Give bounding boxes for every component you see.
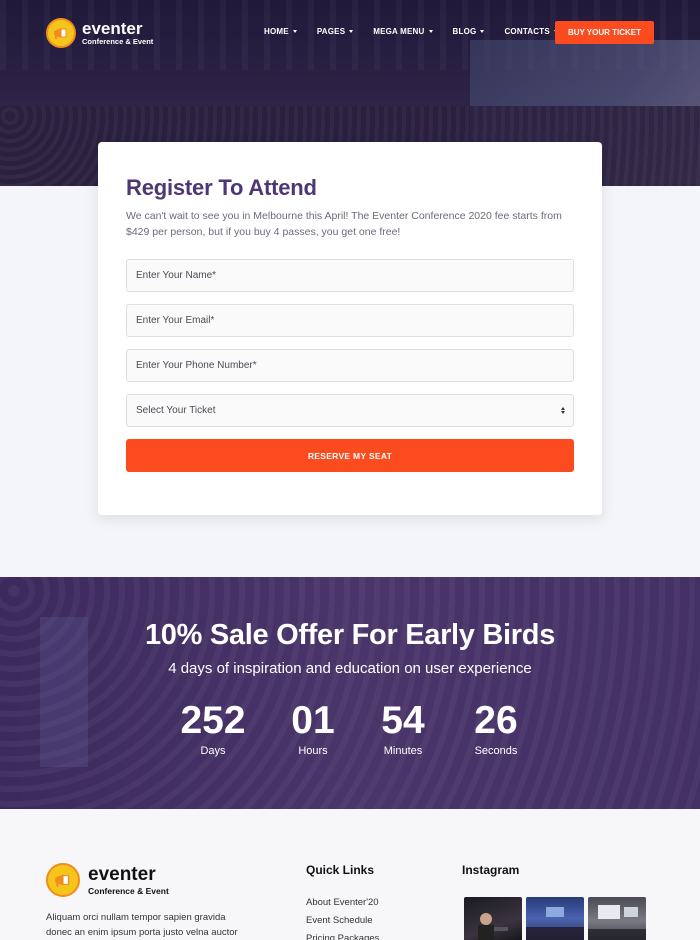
register-title: Register To Attend	[126, 175, 317, 200]
site-footer: eventer Conference & Event Aliquam orci …	[0, 809, 700, 940]
quick-link-pricing[interactable]: Pricing Packages	[306, 930, 379, 940]
instagram-title: Instagram	[462, 863, 520, 877]
promo-subtitle: 4 days of inspiration and education on u…	[168, 660, 532, 677]
nav-item-blog[interactable]: BLOG	[453, 27, 485, 36]
nav-item-contacts[interactable]: CONTACTS	[504, 27, 558, 36]
nav-item-label: CONTACTS	[504, 27, 550, 36]
megaphone-icon	[46, 863, 80, 897]
countdown-value: 01	[291, 699, 335, 742]
countdown-label: Hours	[298, 745, 328, 757]
quick-links-list: About Eventer'20 Event Schedule Pricing …	[306, 894, 379, 940]
countdown-hours: 01 Hours	[282, 699, 344, 757]
countdown-label: Minutes	[383, 745, 423, 757]
nav-item-label: MEGA MENU	[373, 27, 425, 36]
main-nav: HOME PAGES MEGA MENU BLOG CONTACTS	[264, 27, 578, 36]
chevron-down-icon	[292, 30, 297, 33]
quick-links-title: Quick Links	[306, 863, 375, 877]
site-logo[interactable]: eventer Conference & Event	[46, 18, 153, 48]
countdown-label: Seconds	[474, 745, 518, 757]
footer-about-text: Aliquam orci nullam tempor sapien gravid…	[46, 912, 238, 938]
logo-tagline: Conference & Event	[82, 37, 154, 47]
instagram-photo[interactable]	[526, 897, 584, 940]
nav-item-mega-menu[interactable]: MEGA MENU	[373, 27, 433, 36]
name-field[interactable]: Enter Your Name*	[126, 259, 574, 292]
phone-placeholder: Enter Your Phone Number*	[136, 360, 257, 371]
ticket-select[interactable]: Select Your Ticket	[126, 394, 574, 427]
footer-logo[interactable]: eventer Conference & Event	[46, 863, 169, 897]
register-card: Register To Attend We can't wait to see …	[98, 142, 602, 515]
nav-item-label: HOME	[264, 27, 289, 36]
early-bird-section: 10% Sale Offer For Early Birds 4 days of…	[0, 577, 700, 809]
chevron-down-icon	[480, 30, 485, 33]
countdown-value: 252	[180, 699, 246, 742]
email-field[interactable]: Enter Your Email*	[126, 304, 574, 337]
quick-link-schedule[interactable]: Event Schedule	[306, 912, 379, 930]
logo-name: eventer	[82, 19, 143, 39]
countdown-value: 26	[474, 699, 518, 742]
footer-logo-name: eventer	[88, 863, 156, 885]
name-placeholder: Enter Your Name*	[136, 270, 217, 281]
phone-field[interactable]: Enter Your Phone Number*	[126, 349, 574, 382]
nav-item-label: BLOG	[452, 27, 477, 36]
countdown-value: 54	[381, 699, 425, 742]
countdown-days: 252 Days	[175, 699, 251, 757]
footer-logo-tagline: Conference & Event	[88, 885, 169, 896]
ticket-select-value: Select Your Ticket	[136, 405, 216, 416]
countdown-minutes: 54 Minutes	[372, 699, 434, 757]
chevron-down-icon	[349, 30, 354, 33]
reserve-seat-button[interactable]: RESERVE MY SEAT	[126, 439, 574, 472]
promo-overlay	[0, 577, 700, 809]
countdown-label: Days	[200, 745, 226, 757]
chevron-down-icon	[428, 30, 433, 33]
register-description: We can't wait to see you in Melbourne th…	[126, 210, 562, 238]
select-arrows-icon	[561, 407, 565, 414]
instagram-photo[interactable]	[588, 897, 646, 940]
nav-item-home[interactable]: HOME	[264, 27, 297, 36]
nav-item-label: PAGES	[316, 27, 346, 36]
instagram-photo[interactable]	[464, 897, 522, 940]
email-placeholder: Enter Your Email*	[136, 315, 215, 326]
promo-title: 10% Sale Offer For Early Birds	[144, 619, 556, 651]
megaphone-icon	[46, 18, 76, 48]
buy-ticket-button[interactable]: BUY YOUR TICKET	[555, 21, 654, 44]
nav-item-pages[interactable]: PAGES	[316, 27, 354, 36]
quick-link-about[interactable]: About Eventer'20	[306, 894, 379, 912]
countdown-seconds: 26 Seconds	[464, 699, 528, 757]
